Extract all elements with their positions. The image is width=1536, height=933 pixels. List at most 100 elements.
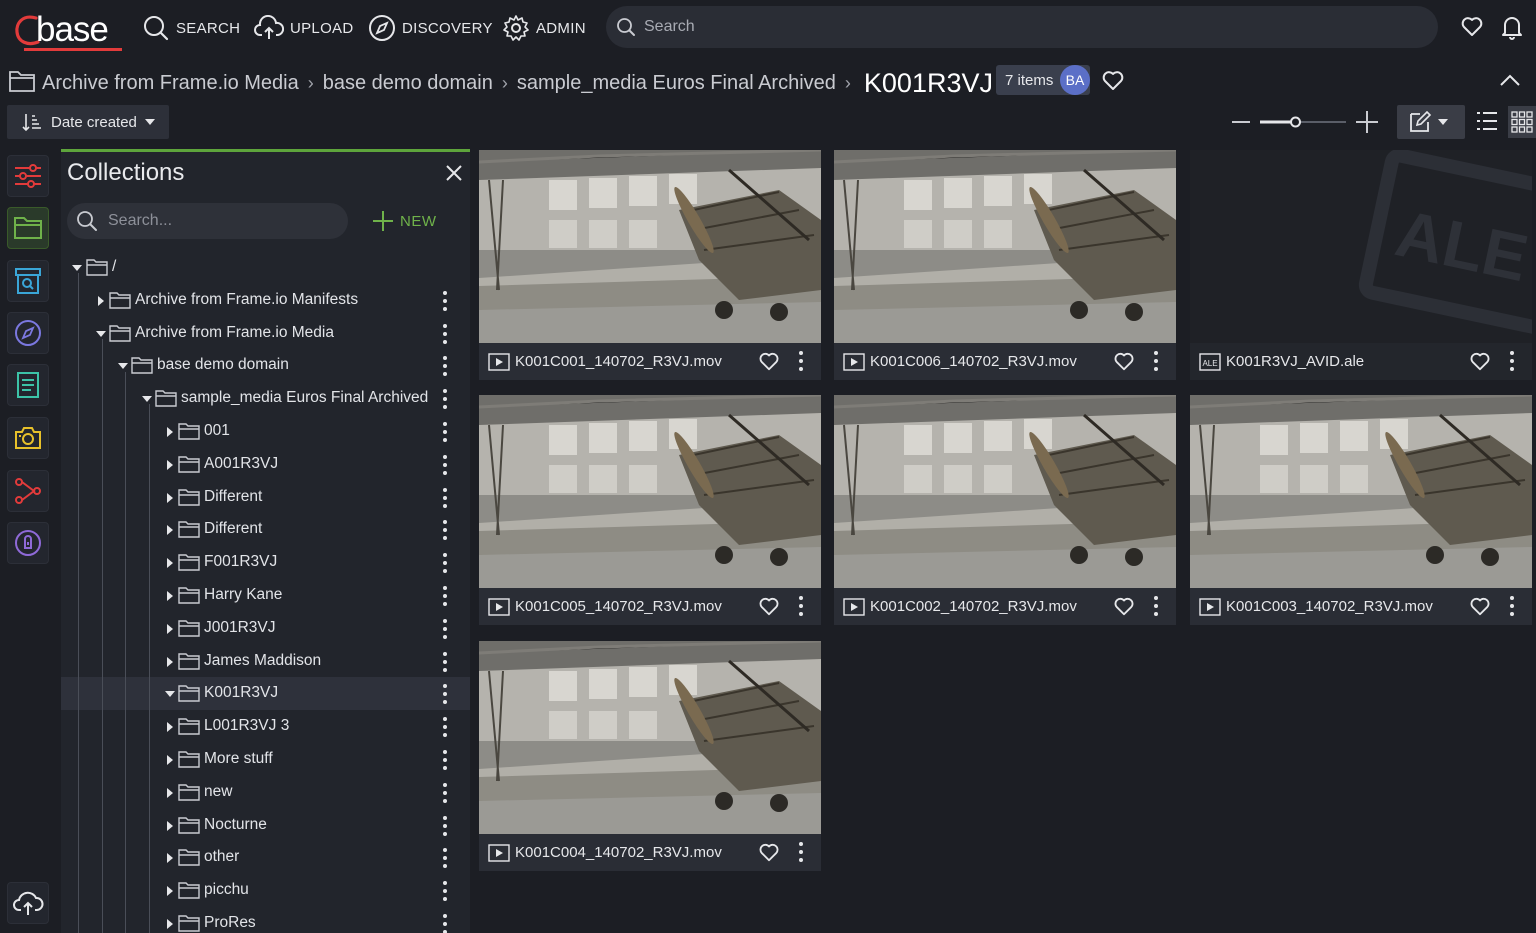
- more-options-icon[interactable]: [441, 749, 449, 771]
- heart-icon[interactable]: [758, 595, 780, 617]
- more-options-icon[interactable]: [1508, 595, 1516, 617]
- heart-icon[interactable]: [1469, 350, 1491, 372]
- caret-right-icon[interactable]: [165, 755, 175, 765]
- breadcrumb-item[interactable]: sample_media Euros Final Archived: [517, 72, 836, 95]
- tree-item[interactable]: Different: [61, 481, 470, 514]
- heart-icon[interactable]: [1469, 595, 1491, 617]
- tree-item[interactable]: ProRes: [61, 907, 470, 933]
- caret-down-icon[interactable]: [96, 329, 106, 339]
- more-options-icon[interactable]: [441, 880, 449, 902]
- collections-search[interactable]: [67, 203, 348, 239]
- more-options-icon[interactable]: [441, 913, 449, 933]
- media-capture-button[interactable]: [7, 417, 49, 459]
- tree-item[interactable]: base demo domain: [61, 349, 470, 382]
- more-options-icon[interactable]: [441, 683, 449, 705]
- global-search[interactable]: [606, 6, 1438, 48]
- asset-card[interactable]: K001C006_140702_R3VJ.mov: [834, 150, 1176, 380]
- asset-name[interactable]: K001C005_140702_R3VJ.mov: [515, 598, 722, 615]
- tree-item[interactable]: More stuff: [61, 743, 470, 776]
- nav-search[interactable]: SEARCH: [142, 12, 240, 44]
- more-options-icon[interactable]: [441, 323, 449, 345]
- more-options-icon[interactable]: [1152, 350, 1160, 372]
- caret-right-icon[interactable]: [165, 493, 175, 503]
- more-options-icon[interactable]: [797, 350, 805, 372]
- caret-down-icon[interactable]: [118, 361, 128, 371]
- more-options-icon[interactable]: [441, 388, 449, 410]
- asset-name[interactable]: K001R3VJ_AVID.ale: [1226, 353, 1364, 370]
- asset-card[interactable]: ALE ALE K001R3VJ_AVID.ale: [1190, 150, 1532, 380]
- more-options-icon[interactable]: [441, 782, 449, 804]
- heart-icon[interactable]: [1101, 68, 1125, 92]
- asset-name[interactable]: K001C004_140702_R3VJ.mov: [515, 844, 722, 861]
- tree-item[interactable]: Nocturne: [61, 809, 470, 842]
- asset-name[interactable]: K001C003_140702_R3VJ.mov: [1226, 598, 1433, 615]
- caret-right-icon[interactable]: [165, 853, 175, 863]
- workflows-button[interactable]: [7, 470, 49, 512]
- asset-thumbnail[interactable]: [479, 395, 821, 588]
- saved-search-button[interactable]: [7, 260, 49, 302]
- grid-view-button[interactable]: [1508, 106, 1536, 138]
- nav-upload[interactable]: UPLOAD: [254, 12, 354, 44]
- more-options-icon[interactable]: [441, 618, 449, 640]
- caret-right-icon[interactable]: [165, 591, 175, 601]
- tree-root[interactable]: /: [61, 251, 470, 284]
- more-options-icon[interactable]: [1508, 350, 1516, 372]
- more-options-icon[interactable]: [441, 355, 449, 377]
- upload-button[interactable]: [7, 882, 49, 924]
- asset-card[interactable]: K001C003_140702_R3VJ.mov: [1190, 395, 1532, 625]
- tree-item[interactable]: other: [61, 841, 470, 874]
- asset-thumbnail[interactable]: ALE: [1190, 150, 1532, 343]
- heart-icon[interactable]: [1113, 595, 1135, 617]
- tree-item[interactable]: Archive from Frame.io Media: [61, 317, 470, 350]
- global-search-input[interactable]: [644, 18, 1404, 36]
- asset-name[interactable]: K001C001_140702_R3VJ.mov: [515, 353, 722, 370]
- tree-item[interactable]: A001R3VJ: [61, 448, 470, 481]
- items-count-badge[interactable]: 7 items BA: [996, 65, 1090, 95]
- more-options-icon[interactable]: [441, 552, 449, 574]
- tree-item[interactable]: K001R3VJ: [61, 677, 470, 710]
- asset-thumbnail[interactable]: [834, 150, 1176, 343]
- tree-item[interactable]: new: [61, 776, 470, 809]
- caret-down-icon[interactable]: [165, 689, 175, 699]
- bell-icon[interactable]: [1500, 14, 1524, 40]
- collections-button[interactable]: [7, 207, 49, 249]
- discovery-button[interactable]: [7, 312, 49, 354]
- filters-button[interactable]: [7, 155, 49, 197]
- tree-item[interactable]: 001: [61, 415, 470, 448]
- more-options-icon[interactable]: [441, 585, 449, 607]
- tree-item[interactable]: Different: [61, 513, 470, 546]
- caret-right-icon[interactable]: [165, 788, 175, 798]
- asset-thumbnail[interactable]: [1190, 395, 1532, 588]
- asset-card[interactable]: K001C004_140702_R3VJ.mov: [479, 641, 821, 871]
- nav-admin[interactable]: ADMIN: [502, 12, 586, 44]
- more-options-icon[interactable]: [441, 421, 449, 443]
- caret-right-icon[interactable]: [165, 919, 175, 929]
- asset-thumbnail[interactable]: [479, 641, 821, 834]
- caret-down-icon[interactable]: [142, 394, 152, 404]
- asset-card[interactable]: K001C001_140702_R3VJ.mov: [479, 150, 821, 380]
- more-options-icon[interactable]: [441, 815, 449, 837]
- heart-icon[interactable]: [1113, 350, 1135, 372]
- caret-right-icon[interactable]: [165, 722, 175, 732]
- more-options-icon[interactable]: [441, 847, 449, 869]
- edit-dropdown[interactable]: [1397, 105, 1465, 139]
- zoom-slider[interactable]: [1260, 116, 1346, 128]
- asset-card[interactable]: K001C005_140702_R3VJ.mov: [479, 395, 821, 625]
- zoom-in-icon[interactable]: [1356, 111, 1378, 133]
- new-collection-button[interactable]: NEW: [372, 210, 437, 232]
- avatar[interactable]: BA: [1060, 65, 1090, 95]
- base-logo[interactable]: base: [10, 8, 122, 51]
- breadcrumb-item[interactable]: Archive from Frame.io Media: [42, 72, 299, 95]
- asset-card[interactable]: K001C002_140702_R3VJ.mov: [834, 395, 1176, 625]
- tree-item[interactable]: Archive from Frame.io Manifests: [61, 284, 470, 317]
- heart-icon[interactable]: [758, 841, 780, 863]
- favorites-heart-icon[interactable]: [1460, 14, 1484, 38]
- asset-name[interactable]: K001C002_140702_R3VJ.mov: [870, 598, 1077, 615]
- tree-item[interactable]: James Maddison: [61, 645, 470, 678]
- caret-right-icon[interactable]: [165, 886, 175, 896]
- tree-item[interactable]: picchu: [61, 874, 470, 907]
- nav-discovery[interactable]: DISCOVERY: [368, 12, 493, 44]
- more-options-icon[interactable]: [441, 519, 449, 541]
- close-icon[interactable]: [444, 163, 464, 183]
- caret-right-icon[interactable]: [165, 821, 175, 831]
